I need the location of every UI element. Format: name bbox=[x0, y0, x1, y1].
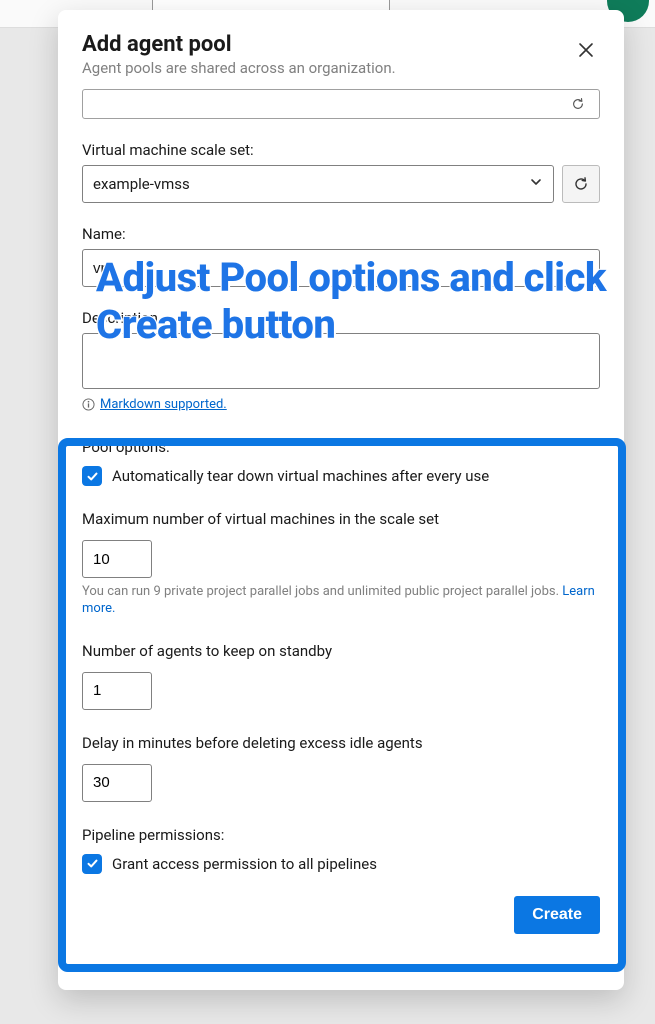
name-label: Name: bbox=[82, 225, 600, 243]
pool-options-section: Pool options: Automatically tear down vi… bbox=[82, 438, 600, 934]
description-textarea[interactable] bbox=[82, 333, 600, 389]
grant-access-checkbox-label: Grant access permission to all pipelines bbox=[112, 855, 377, 873]
max-vm-input[interactable] bbox=[82, 540, 152, 578]
standby-group: Number of agents to keep on standby bbox=[82, 642, 600, 710]
markdown-supported-note: Markdown supported. bbox=[82, 397, 600, 412]
standby-label: Number of agents to keep on standby bbox=[82, 642, 600, 660]
grant-access-checkbox[interactable] bbox=[82, 854, 102, 874]
max-vm-help-span: You can run 9 private project parallel j… bbox=[82, 584, 562, 599]
dialog-subtitle: Agent pools are shared across an organiz… bbox=[82, 59, 600, 77]
name-input[interactable] bbox=[82, 249, 600, 287]
vmss-refresh-button[interactable] bbox=[562, 165, 600, 203]
description-label: Description bbox=[82, 309, 600, 327]
previous-field-partial[interactable] bbox=[82, 89, 600, 119]
pipeline-permissions-label: Pipeline permissions: bbox=[82, 826, 600, 844]
dialog-title: Add agent pool bbox=[82, 32, 600, 57]
idle-delay-group: Delay in minutes before deleting excess … bbox=[82, 734, 600, 802]
standby-input[interactable] bbox=[82, 672, 152, 710]
checkmark-icon bbox=[86, 857, 99, 870]
vmss-label: Virtual machine scale set: bbox=[82, 141, 600, 159]
max-vm-label: Maximum number of virtual machines in th… bbox=[82, 510, 600, 528]
markdown-supported-link[interactable]: Markdown supported. bbox=[100, 397, 227, 412]
info-icon bbox=[82, 398, 95, 411]
refresh-icon bbox=[567, 93, 589, 115]
vmss-selected-value: example-vmss bbox=[93, 175, 190, 193]
checkmark-icon bbox=[86, 470, 99, 483]
dialog-footer: Create bbox=[82, 896, 600, 934]
description-field-group: Description Markdown supported. bbox=[82, 309, 600, 412]
refresh-icon bbox=[573, 176, 589, 192]
idle-delay-label: Delay in minutes before deleting excess … bbox=[82, 734, 600, 752]
close-icon bbox=[578, 42, 594, 58]
create-button[interactable]: Create bbox=[514, 896, 600, 934]
dialog-header: Add agent pool Agent pools are shared ac… bbox=[82, 32, 600, 77]
teardown-checkbox-label: Automatically tear down virtual machines… bbox=[112, 467, 489, 485]
chevron-down-icon bbox=[529, 175, 543, 193]
close-button[interactable] bbox=[572, 36, 600, 64]
pipeline-permissions-section: Pipeline permissions: Grant access permi… bbox=[82, 826, 600, 874]
vmss-field-group: Virtual machine scale set: example-vmss bbox=[82, 141, 600, 203]
idle-delay-input[interactable] bbox=[82, 764, 152, 802]
teardown-checkbox[interactable] bbox=[82, 466, 102, 486]
pool-options-label: Pool options: bbox=[82, 438, 600, 456]
name-field-group: Name: bbox=[82, 225, 600, 287]
max-vm-help-text: You can run 9 private project parallel j… bbox=[82, 584, 600, 618]
max-vm-group: Maximum number of virtual machines in th… bbox=[82, 510, 600, 618]
vmss-select[interactable]: example-vmss bbox=[82, 165, 554, 203]
add-agent-pool-dialog: Add agent pool Agent pools are shared ac… bbox=[58, 10, 624, 990]
